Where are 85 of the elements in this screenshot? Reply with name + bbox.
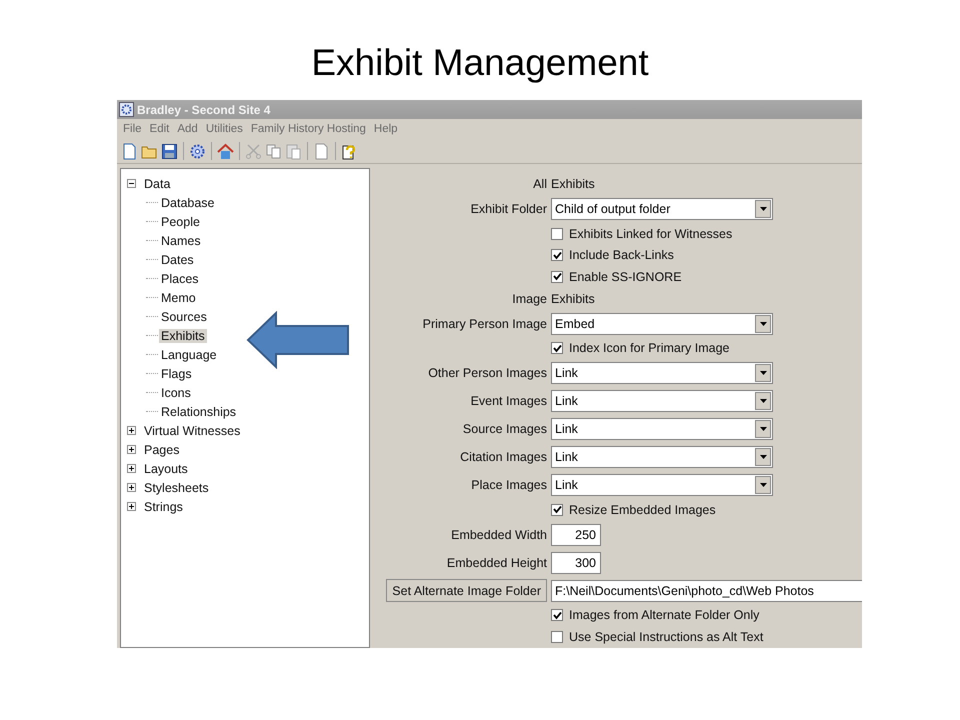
- tree-item[interactable]: Dates: [159, 252, 196, 266]
- dropdown[interactable]: Child of output folder: [551, 198, 773, 220]
- checkbox[interactable]: [551, 504, 563, 516]
- expand-toggle[interactable]: [127, 502, 136, 511]
- checkbox-label: Images from Alternate Folder Only: [569, 608, 760, 622]
- section-title: Exhibits: [551, 290, 596, 308]
- checkbox-label: Use Special Instructions as Alt Text: [569, 630, 764, 644]
- checkbox[interactable]: [551, 630, 563, 643]
- expand-toggle[interactable]: [127, 445, 136, 454]
- expand-toggle[interactable]: [127, 483, 136, 492]
- tree-item[interactable]: Language: [159, 348, 219, 362]
- tree-item[interactable]: Virtual Witnesses: [142, 424, 242, 438]
- tree-item[interactable]: Flags: [159, 366, 194, 380]
- section-label: Image: [512, 292, 547, 306]
- checkbox[interactable]: [551, 249, 563, 262]
- field-label: Event Images: [470, 394, 547, 408]
- tree-item[interactable]: Relationships: [159, 404, 238, 418]
- field-label: Place Images: [471, 478, 547, 492]
- field-label: Citation Images: [460, 450, 547, 464]
- menu-item[interactable]: Help: [370, 123, 402, 135]
- checkbox-label: Resize Embedded Images: [569, 502, 716, 517]
- menu-item[interactable]: File: [119, 123, 146, 135]
- page-icon[interactable]: [313, 142, 330, 160]
- tree-item[interactable]: Pages: [142, 442, 182, 456]
- dropdown[interactable]: Link: [551, 474, 773, 496]
- menu-item[interactable]: Add: [173, 123, 202, 135]
- save-icon[interactable]: [161, 142, 178, 160]
- tree-item[interactable]: Exhibits: [159, 328, 207, 342]
- checkbox-label: Enable SS-IGNORE: [569, 270, 682, 284]
- field-label: Embedded Height: [446, 556, 547, 570]
- checkbox[interactable]: [551, 342, 563, 354]
- tree-item[interactable]: Places: [159, 272, 201, 286]
- help-document-icon[interactable]: [341, 142, 358, 160]
- dropdown[interactable]: Embed: [551, 312, 773, 334]
- checkbox[interactable]: [551, 270, 563, 283]
- field-label: Primary Person Image: [422, 316, 547, 330]
- menu-item[interactable]: Edit: [146, 123, 174, 135]
- tree-item[interactable]: Icons: [159, 386, 193, 400]
- caret-icon: [760, 427, 766, 431]
- copy-icon[interactable]: [265, 142, 282, 160]
- field-label: Exhibit Folder: [470, 202, 547, 216]
- field-label: Source Images: [462, 422, 547, 436]
- tree-item[interactable]: Data: [142, 176, 172, 190]
- caret-icon: [760, 207, 766, 211]
- expand-toggle[interactable]: [127, 464, 136, 473]
- tree-item[interactable]: Memo: [159, 290, 198, 304]
- section-label: All: [533, 177, 547, 191]
- slide-title: Exhibit Management: [311, 41, 649, 85]
- settings-icon[interactable]: [189, 142, 206, 160]
- app-gear-icon: [119, 102, 134, 117]
- folder-path-field[interactable]: F:\Neil\Documents\Geni\photo_cd\Web Photos: [551, 580, 862, 602]
- tree-item[interactable]: Database: [159, 196, 217, 210]
- field-label: Other Person Images: [428, 366, 547, 380]
- dropdown[interactable]: Link: [551, 418, 773, 440]
- menu-item[interactable]: Family History Hosting: [246, 123, 370, 135]
- window-title: Bradley - Second Site 4: [137, 102, 270, 116]
- dropdown[interactable]: Link: [551, 446, 773, 468]
- tree-item[interactable]: Stylesheets: [142, 480, 211, 494]
- field-label: Embedded Width: [451, 528, 547, 542]
- home-icon[interactable]: [217, 142, 234, 160]
- caret-icon: [760, 483, 766, 487]
- dropdown[interactable]: Link: [551, 390, 773, 412]
- collapse-toggle[interactable]: [127, 179, 136, 188]
- checkbox[interactable]: [551, 228, 563, 240]
- caret-icon: [760, 399, 766, 403]
- number-field[interactable]: 300: [551, 552, 601, 574]
- tree-item[interactable]: Sources: [159, 310, 209, 324]
- number-field[interactable]: 250: [551, 524, 601, 546]
- new-file-icon[interactable]: [121, 142, 138, 160]
- checkbox-label: Exhibits Linked for Witnesses: [569, 226, 732, 241]
- caret-icon: [760, 455, 766, 459]
- checkbox[interactable]: [551, 609, 563, 622]
- tree-item[interactable]: Strings: [142, 500, 185, 514]
- expand-toggle[interactable]: [127, 426, 136, 435]
- section-title: Exhibits: [551, 176, 596, 193]
- menu-item[interactable]: Utilities: [202, 123, 247, 135]
- checkbox-label: Include Back-Links: [569, 248, 674, 262]
- tree-item[interactable]: People: [159, 214, 202, 228]
- tree-item[interactable]: Layouts: [142, 462, 190, 476]
- caret-icon: [760, 322, 766, 326]
- checkbox-label: Index Icon for Primary Image: [569, 341, 730, 356]
- caret-icon: [760, 371, 766, 375]
- tree-item[interactable]: Names: [159, 234, 203, 248]
- dropdown[interactable]: Link: [551, 362, 773, 384]
- set-folder-button[interactable]: Set Alternate Image Folder: [386, 579, 547, 602]
